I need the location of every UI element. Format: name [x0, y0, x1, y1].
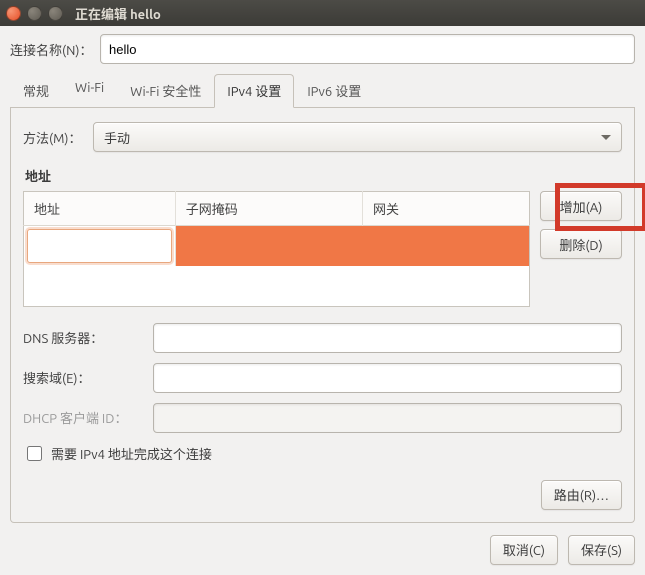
save-button[interactable]: 保存(S) — [568, 535, 635, 565]
minimize-icon[interactable] — [27, 6, 42, 21]
chevron-down-icon — [601, 135, 611, 140]
selected-row-highlight — [175, 226, 529, 267]
connection-name-label: 连接名称(N)： — [10, 40, 100, 59]
method-value: 手动 — [104, 128, 130, 147]
dns-servers-label: DNS 服务器： — [23, 328, 153, 347]
add-button[interactable]: 增加(A) — [540, 191, 622, 221]
require-ipv4-checkbox[interactable] — [27, 446, 42, 461]
addresses-section-label: 地址 — [25, 166, 622, 185]
tab-ipv4-settings[interactable]: IPv4 设置 — [214, 74, 294, 108]
method-label: 方法(M)： — [23, 128, 93, 147]
column-header-address[interactable]: 地址 — [24, 192, 176, 226]
method-dropdown[interactable]: 手动 — [93, 122, 622, 152]
address-cell-input[interactable] — [27, 229, 172, 263]
tab-ipv6-settings[interactable]: IPv6 设置 — [294, 74, 374, 108]
table-empty-area — [24, 266, 530, 306]
search-domains-input[interactable] — [153, 363, 622, 393]
column-header-netmask[interactable]: 子网掩码 — [175, 192, 362, 226]
delete-button[interactable]: 删除(D) — [540, 229, 622, 259]
dhcp-client-id-input — [153, 403, 622, 433]
tabs: 常规 Wi-Fi Wi-Fi 安全性 IPv4 设置 IPv6 设置 — [10, 74, 635, 108]
cancel-button[interactable]: 取消(C) — [490, 535, 558, 565]
window-titlebar: 正在编辑 hello — [0, 0, 645, 26]
ipv4-panel: 方法(M)： 手动 地址 地址 子网掩码 网关 — [10, 108, 635, 523]
tab-wifi[interactable]: Wi-Fi — [62, 74, 117, 108]
dhcp-client-id-label: DHCP 客户端 ID： — [23, 408, 153, 427]
addresses-table[interactable]: 地址 子网掩码 网关 — [23, 191, 530, 307]
table-row[interactable] — [24, 226, 530, 267]
maximize-icon[interactable] — [48, 6, 63, 21]
search-domains-label: 搜索域(E)： — [23, 368, 153, 387]
connection-name-input[interactable] — [100, 34, 635, 64]
tab-wifi-security[interactable]: Wi-Fi 安全性 — [117, 74, 214, 108]
require-ipv4-label: 需要 IPv4 地址完成这个连接 — [51, 444, 212, 463]
dns-servers-input[interactable] — [153, 323, 622, 353]
close-icon[interactable] — [6, 6, 21, 21]
table-header-row: 地址 子网掩码 网关 — [24, 192, 530, 226]
column-header-gateway[interactable]: 网关 — [363, 192, 530, 226]
tab-general[interactable]: 常规 — [10, 74, 62, 108]
routes-button[interactable]: 路由(R)… — [541, 480, 622, 510]
window-title: 正在编辑 hello — [75, 4, 161, 23]
